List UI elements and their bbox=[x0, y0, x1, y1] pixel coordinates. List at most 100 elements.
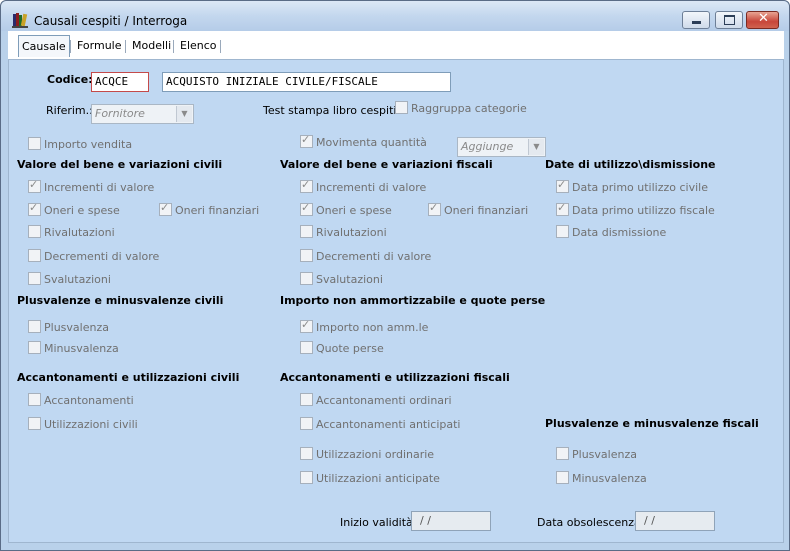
codice-field[interactable]: ACQCE bbox=[91, 72, 149, 92]
checkbox-label: Incrementi di valore bbox=[316, 181, 427, 194]
fiscali-incrementi-checkbox[interactable]: ✓ Incrementi di valore bbox=[300, 178, 427, 194]
data-dismissione-checkbox[interactable]: Data dismissione bbox=[556, 225, 666, 239]
checkbox-box: ✓ bbox=[300, 178, 313, 193]
civili-incrementi-checkbox[interactable]: ✓ Incrementi di valore bbox=[28, 178, 154, 194]
checkbox-box bbox=[28, 341, 41, 354]
checkbox-label: Utilizzazioni anticipate bbox=[316, 472, 440, 485]
checkbox-label: Decrementi di valore bbox=[44, 250, 160, 263]
date-section-title: Date di utilizzo\dismissione bbox=[545, 158, 716, 171]
fiscali-section-title: Valore del bene e variazioni fiscali bbox=[280, 158, 493, 171]
riferimento-combo[interactable]: Fornitore ▼ bbox=[91, 104, 194, 124]
close-button[interactable]: ✕ bbox=[746, 11, 779, 29]
tab-formule[interactable]: Formule bbox=[77, 37, 122, 55]
checkbox-box: ✓ bbox=[28, 201, 41, 216]
importo-non-amm-checkbox[interactable]: ✓ Importo non amm.le bbox=[300, 318, 428, 334]
minimize-icon bbox=[692, 21, 701, 24]
checkbox-box: ✓ bbox=[300, 133, 313, 148]
checkbox-box bbox=[300, 417, 313, 430]
checkbox-label: Svalutazioni bbox=[44, 273, 111, 286]
primo-utilizzo-civile-checkbox[interactable]: ✓ Data primo utilizzo civile bbox=[556, 178, 708, 194]
minimize-button[interactable] bbox=[682, 11, 710, 29]
checkbox-label: Oneri e spese bbox=[44, 204, 120, 217]
acc-fiscali-section-title: Accantonamenti e utilizzazioni fiscali bbox=[280, 371, 510, 384]
fiscali-rivalutazioni-checkbox[interactable]: Rivalutazioni bbox=[300, 225, 387, 239]
acc-anticipati-checkbox[interactable]: Accantonamenti anticipati bbox=[300, 417, 461, 431]
riferimento-label: Riferim.: bbox=[46, 104, 93, 117]
data-obsolescenza-label: Data obsolescenza: bbox=[537, 516, 645, 529]
checkbox-label: Rivalutazioni bbox=[44, 226, 115, 239]
checkbox-box bbox=[300, 471, 313, 484]
fiscali-svalutazioni-checkbox[interactable]: Svalutazioni bbox=[300, 272, 383, 286]
chevron-down-icon[interactable]: ▼ bbox=[528, 139, 544, 155]
checkbox-label: Oneri e spese bbox=[316, 204, 392, 217]
checkbox-label: Plusvalenza bbox=[572, 448, 637, 461]
window-title: Causali cespiti / Interroga bbox=[34, 14, 188, 28]
plus-civili-section-title: Plusvalenze e minusvalenze civili bbox=[17, 294, 224, 307]
importo-vendita-checkbox[interactable]: Importo vendita bbox=[28, 137, 132, 151]
checkbox-box bbox=[300, 341, 313, 354]
causale-panel: Codice: ACQCE ACQUISTO INIZIALE CIVILE/F… bbox=[8, 59, 784, 543]
fiscali-oneri-finanziari-checkbox[interactable]: ✓ Oneri finanziari bbox=[428, 201, 529, 217]
movimenta-quantita-checkbox[interactable]: ✓ Movimenta quantità bbox=[300, 133, 427, 149]
tab-separator bbox=[220, 40, 221, 53]
chevron-down-icon[interactable]: ▼ bbox=[176, 106, 192, 122]
acc-ordinari-checkbox[interactable]: Accantonamenti ordinari bbox=[300, 393, 452, 407]
quote-perse-checkbox[interactable]: Quote perse bbox=[300, 341, 384, 355]
fiscali-plusvalenza-checkbox[interactable]: Plusvalenza bbox=[556, 447, 637, 461]
checkbox-label: Minusvalenza bbox=[44, 342, 119, 355]
utilizzazioni-civili-checkbox[interactable]: Utilizzazioni civili bbox=[28, 417, 138, 431]
util-anticipate-checkbox[interactable]: Utilizzazioni anticipate bbox=[300, 471, 440, 485]
checkbox-label: Plusvalenza bbox=[44, 321, 109, 334]
civili-oneri-spese-checkbox[interactable]: ✓ Oneri e spese bbox=[28, 201, 120, 217]
data-obsolescenza-field[interactable]: / / bbox=[635, 511, 715, 531]
check-icon: ✓ bbox=[29, 201, 39, 214]
checkbox-label: Importo vendita bbox=[44, 138, 133, 151]
civili-decrementi-checkbox[interactable]: Decrementi di valore bbox=[28, 249, 159, 263]
checkbox-box bbox=[28, 249, 41, 262]
non-amm-section-title: Importo non ammortizzabile e quote perse bbox=[280, 294, 546, 307]
fiscali-decrementi-checkbox[interactable]: Decrementi di valore bbox=[300, 249, 431, 263]
civili-rivalutazioni-checkbox[interactable]: Rivalutazioni bbox=[28, 225, 115, 239]
civili-minusvalenza-checkbox[interactable]: Minusvalenza bbox=[28, 341, 119, 355]
checkbox-box bbox=[556, 471, 569, 484]
title-bar[interactable]: Causali cespiti / Interroga ✕ bbox=[1, 1, 789, 31]
checkbox-label: Oneri finanziari bbox=[444, 204, 529, 217]
tab-separator bbox=[173, 40, 174, 53]
checkbox-label: Accantonamenti ordinari bbox=[316, 394, 452, 407]
descrizione-field[interactable]: ACQUISTO INIZIALE CIVILE/FISCALE bbox=[162, 72, 451, 92]
tab-elenco[interactable]: Elenco bbox=[180, 37, 217, 55]
accantonamenti-checkbox[interactable]: Accantonamenti bbox=[28, 393, 134, 407]
maximize-button[interactable] bbox=[715, 11, 743, 29]
checkbox-label: Data dismissione bbox=[572, 226, 667, 239]
util-ordinarie-checkbox[interactable]: Utilizzazioni ordinarie bbox=[300, 447, 434, 461]
checkbox-label: Accantonamenti bbox=[44, 394, 134, 407]
civili-section-title: Valore del bene e variazioni civili bbox=[17, 158, 223, 171]
checkbox-box bbox=[28, 137, 41, 150]
fiscali-minusvalenza-checkbox[interactable]: Minusvalenza bbox=[556, 471, 647, 485]
plus-fiscali-section-title: Plusvalenze e minusvalenze fiscali bbox=[545, 417, 759, 430]
civili-plusvalenza-checkbox[interactable]: Plusvalenza bbox=[28, 320, 109, 334]
checkbox-box bbox=[28, 320, 41, 333]
primo-utilizzo-fiscale-checkbox[interactable]: ✓ Data primo utilizzo fiscale bbox=[556, 201, 715, 217]
raggruppa-categorie-checkbox[interactable]: Raggruppa categorie bbox=[395, 101, 527, 115]
checkbox-box bbox=[28, 393, 41, 406]
checkbox-box bbox=[28, 225, 41, 238]
tab-modelli[interactable]: Modelli bbox=[132, 37, 171, 55]
civili-oneri-finanziari-checkbox[interactable]: ✓ Oneri finanziari bbox=[159, 201, 259, 217]
civili-svalutazioni-checkbox[interactable]: Svalutazioni bbox=[28, 272, 111, 286]
inizio-validita-label: Inizio validità: bbox=[340, 516, 417, 529]
fiscali-oneri-spese-checkbox[interactable]: ✓ Oneri e spese bbox=[300, 201, 392, 217]
tab-bar: Causale Formule Modelli Elenco bbox=[8, 31, 784, 59]
books-icon bbox=[12, 13, 28, 28]
test-stampa-label: Test stampa libro cespiti: bbox=[263, 104, 401, 117]
checkbox-box bbox=[300, 249, 313, 262]
checkbox-label: Minusvalenza bbox=[572, 472, 647, 485]
inizio-validita-field[interactable]: / / bbox=[411, 511, 491, 531]
checkbox-box: ✓ bbox=[28, 178, 41, 193]
movimenta-combo[interactable]: Aggiunge ▼ bbox=[457, 137, 546, 157]
codice-label: Codice: bbox=[47, 73, 93, 86]
check-icon: ✓ bbox=[301, 318, 311, 331]
check-icon: ✓ bbox=[301, 178, 311, 191]
checkbox-box bbox=[556, 447, 569, 460]
tab-causale[interactable]: Causale bbox=[18, 35, 70, 57]
